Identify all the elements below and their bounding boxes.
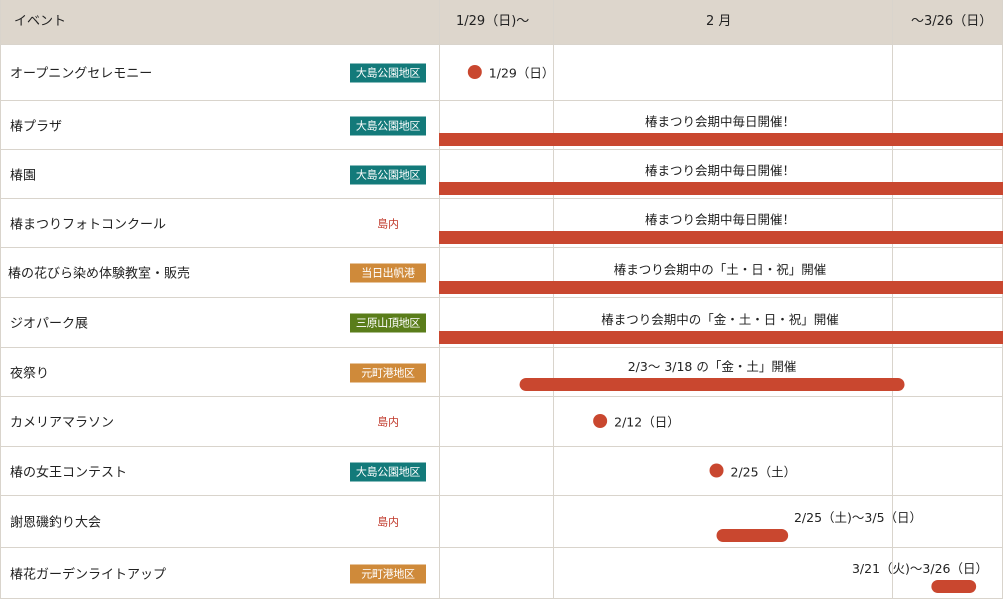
event-period-label: 椿まつり会期中毎日開催！: [644, 163, 796, 178]
event-range-bar: [439, 281, 1003, 294]
event-name: カメリアマラソン: [10, 415, 115, 431]
event-name: 椿まつりフォトコンクール: [10, 217, 167, 232]
event-range-bar: [439, 133, 1003, 146]
event-range-bar: [931, 580, 977, 593]
event-point-marker: [709, 463, 724, 478]
location-badge: 当日出帆港: [350, 263, 426, 283]
event-name: ジオパーク展: [10, 316, 89, 332]
event-period-label: 椿まつり会期中毎日開催！: [644, 212, 796, 227]
event-period-label: 2/3～ 3/18 の「金・土」開催: [627, 359, 797, 374]
location-badge: 大島公園地区: [350, 116, 426, 135]
event-period-label: 3/21（火)～3/26（日）: [851, 561, 989, 576]
event-name: オープニングセレモニー: [10, 66, 153, 82]
header-event-column: イベント: [14, 14, 67, 29]
location-badge: 元町港地区: [350, 363, 426, 382]
header-period-feb: 2 月: [706, 14, 732, 29]
event-period-label: 椿まつり会期中毎日開催！: [644, 114, 796, 129]
event-range-bar: [716, 529, 789, 542]
event-date-label: 1/29（日）: [488, 65, 555, 81]
location-badge: 島内: [377, 415, 399, 429]
event-date-label: 2/12（日）: [614, 414, 680, 430]
location-badge: 大島公園地区: [350, 63, 426, 83]
event-point-marker: [467, 65, 482, 79]
event-range-bar: [519, 378, 905, 391]
event-name: 謝恩磯釣り大会: [10, 515, 102, 531]
event-period-label: 椿まつり会期中の「土・日・祝」開催: [613, 262, 827, 277]
location-badge: 島内: [377, 515, 399, 529]
event-name: 椿プラザ: [10, 119, 63, 134]
event-schedule-chart: イベント 1/29（日)～ 2 月 ～3/26（日） オープニングセレモニー大島…: [0, 0, 1003, 599]
event-range-bar: [439, 182, 1003, 195]
location-badge: 三原山頂地区: [350, 313, 426, 333]
event-name: 椿花ガーデンライトアップ: [10, 567, 167, 582]
event-date-label: 2/25（土）: [730, 464, 797, 479]
event-range-bar: [439, 331, 1003, 344]
location-badge: 元町港地区: [350, 564, 426, 583]
location-badge: 大島公園地区: [350, 462, 426, 481]
header-period-end: ～3/26（日）: [911, 14, 993, 29]
header-period-start: 1/29（日)～: [456, 14, 530, 29]
event-period-label: 椿まつり会期中の「金・土・日・祝」開催: [601, 312, 839, 327]
event-name: 椿園: [10, 168, 37, 183]
event-period-label: 2/25（土)～3/5（日）: [793, 510, 923, 525]
event-point-marker: [593, 414, 608, 428]
event-name: 椿の花びら染め体験教室・販売: [8, 266, 191, 282]
event-name: 夜祭り: [10, 366, 50, 381]
event-range-bar: [439, 231, 1003, 244]
event-name: 椿の女王コンテスト: [10, 465, 128, 480]
location-badge: 島内: [377, 217, 399, 230]
location-badge: 大島公園地区: [350, 165, 426, 184]
